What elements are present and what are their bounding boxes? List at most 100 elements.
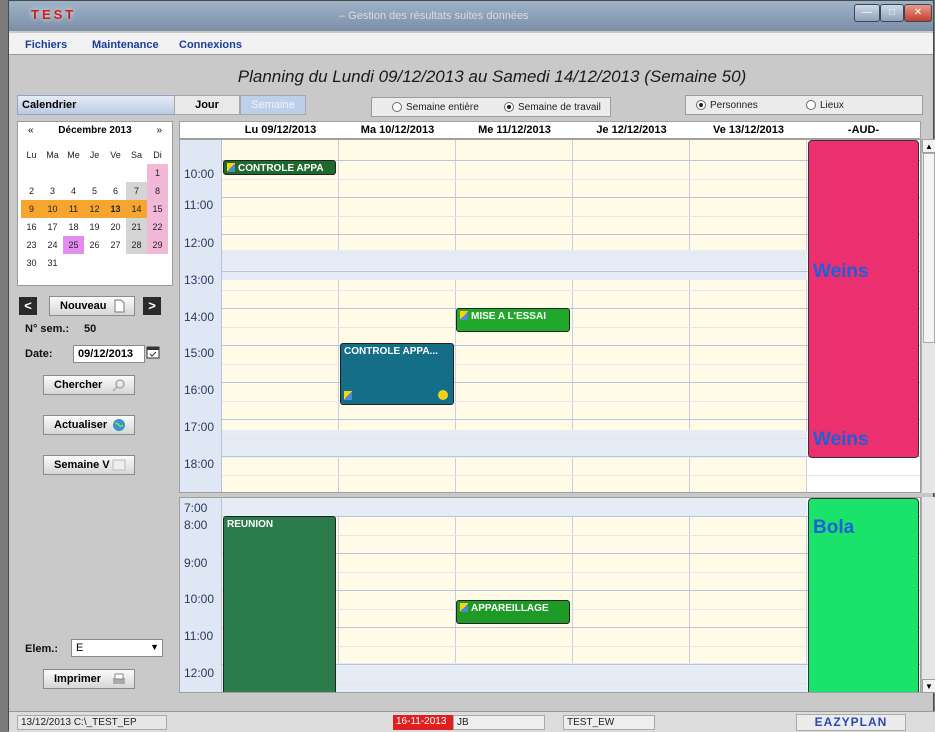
scrollbar-bottom[interactable]: ▼ — [921, 497, 935, 693]
calendar-day[interactable]: 19 — [84, 218, 105, 236]
calendar-day[interactable]: 23 — [21, 236, 42, 254]
calendar-week: 30 31 — [21, 254, 169, 272]
calendar-day — [63, 254, 84, 272]
appointment[interactable]: REUNION — [223, 516, 336, 692]
column-thursday[interactable]: Je 12/12/2013 — [573, 122, 690, 138]
time-label: 7:00 — [184, 501, 208, 515]
tab-semaine[interactable]: Semaine — [240, 95, 306, 115]
calendar-day[interactable]: 27 — [105, 236, 126, 254]
column-resource[interactable]: -AUD- — [807, 122, 920, 138]
calendar-day-holiday[interactable]: 25 — [63, 236, 84, 254]
resource-name: Bola — [813, 517, 855, 538]
calendar-day[interactable]: 7 — [126, 182, 147, 200]
appointment-icon — [227, 163, 235, 172]
print-button[interactable]: Imprimer — [43, 669, 135, 689]
title-bar[interactable]: TEST – Gestion des résultats suites donn… — [9, 1, 933, 31]
calendar-day[interactable]: 21 — [126, 218, 147, 236]
maximize-button[interactable]: □ — [880, 4, 904, 22]
calendar-day[interactable]: 20 — [105, 218, 126, 236]
column-tuesday[interactable]: Ma 10/12/2013 — [339, 122, 456, 138]
scroll-up-icon[interactable]: ▲ — [922, 139, 935, 153]
menu-maintenance[interactable]: Maintenance — [92, 39, 159, 51]
app-window: TEST – Gestion des résultats suites donn… — [8, 0, 935, 732]
calendar-day[interactable]: 30 — [21, 254, 42, 272]
time-label: 16:00 — [184, 383, 215, 397]
chevron-down-icon[interactable]: ▼ — [150, 642, 159, 652]
column-wednesday[interactable]: Me 11/12/2013 — [456, 122, 573, 138]
calendar-day[interactable]: 31 — [42, 254, 63, 272]
minimize-button[interactable]: — — [854, 4, 880, 22]
calendar-day[interactable]: 12 — [84, 200, 105, 218]
resource-name: Weins — [813, 429, 869, 450]
resource-block[interactable]: Bola — [808, 498, 919, 692]
column-monday[interactable]: Lu 09/12/2013 — [222, 122, 339, 138]
calendar-day[interactable]: 26 — [84, 236, 105, 254]
refresh-button[interactable]: Actualiser — [43, 415, 135, 435]
calendar-day[interactable]: 15 — [147, 200, 168, 218]
search-button[interactable]: Chercher — [43, 375, 135, 395]
planning-panel-bottom[interactable]: 7:00 8:00 9:00 10:00 11:00 12:00 REUNION… — [179, 497, 921, 693]
weekday: Je — [89, 150, 100, 160]
column-friday[interactable]: Ve 13/12/2013 — [690, 122, 807, 138]
menu-bar: Fichiers Maintenance Connexions — [9, 33, 933, 55]
calendar-day — [21, 164, 42, 182]
resource-block[interactable]: Weins Weins — [808, 140, 919, 458]
time-column: 10:00 11:00 12:00 13:00 14:00 15:00 16:0… — [180, 140, 222, 492]
radio-full-week[interactable] — [392, 102, 402, 112]
close-button[interactable]: ✕ — [904, 4, 932, 22]
calendar-day[interactable]: 11 — [63, 200, 84, 218]
prev-week-button[interactable]: < — [19, 297, 37, 315]
scroll-down-icon[interactable]: ▼ — [922, 679, 935, 693]
elem-select[interactable]: E ▼ — [71, 639, 163, 657]
menu-connexions[interactable]: Connexions — [179, 39, 242, 51]
scrollbar-top[interactable]: ▲ — [921, 139, 935, 493]
scroll-thumb[interactable] — [923, 153, 935, 343]
calendar-day[interactable]: 24 — [42, 236, 63, 254]
radio-lieux[interactable] — [806, 100, 816, 110]
radio-work-week[interactable] — [504, 102, 514, 112]
calendar-weekdays: Lu Ma Me Je Ve Sa Di — [21, 146, 169, 164]
calendar-day[interactable]: 17 — [42, 218, 63, 236]
radio-personnes[interactable] — [696, 100, 706, 110]
calendar-day[interactable]: 6 — [105, 182, 126, 200]
status-alert-date: 16-11-2013 — [393, 715, 453, 730]
refresh-button-label: Actualiser — [54, 419, 108, 431]
calendar-day[interactable]: 3 — [42, 182, 63, 200]
calendar-day[interactable]: 14 — [126, 200, 147, 218]
calendar-next-button[interactable]: » — [156, 125, 162, 136]
calendar-day[interactable]: 16 — [21, 218, 42, 236]
new-button[interactable]: Nouveau — [49, 296, 135, 316]
next-week-button[interactable]: > — [143, 297, 161, 315]
calendar-day[interactable]: 18 — [63, 218, 84, 236]
calendar-day[interactable]: 8 — [147, 182, 168, 200]
calendar-day[interactable]: 28 — [126, 236, 147, 254]
calendar-day[interactable]: 2 — [21, 182, 42, 200]
calendar-day[interactable]: 9 — [21, 200, 42, 218]
status-dot-icon — [438, 390, 448, 400]
appointment[interactable]: MISE A L'ESSAI — [456, 308, 570, 332]
calendar-day[interactable]: 5 — [84, 182, 105, 200]
calendar-day[interactable]: 10 — [42, 200, 63, 218]
calendar-day[interactable]: 29 — [147, 236, 168, 254]
week-v-button[interactable]: Semaine V — [43, 455, 135, 475]
week-number-label: N° sem.: — [25, 323, 70, 335]
appointment[interactable]: CONTROLE APPA — [223, 160, 336, 175]
appointment-icon — [344, 391, 352, 400]
tab-calendar[interactable]: Calendrier — [17, 95, 175, 115]
calendar-day-today[interactable]: 13 — [105, 200, 126, 218]
planning-panel-top[interactable]: 10:00 11:00 12:00 13:00 14:00 15:00 16:0… — [179, 139, 921, 493]
date-input[interactable]: 09/12/2013 — [73, 345, 145, 363]
calendar-day[interactable]: 4 — [63, 182, 84, 200]
calendar-day — [105, 164, 126, 182]
menu-fichiers[interactable]: Fichiers — [25, 39, 67, 51]
calendar-day[interactable]: 1 — [147, 164, 168, 182]
time-label: 17:00 — [184, 420, 215, 434]
calendar-picker-icon[interactable] — [146, 345, 160, 359]
time-label: 9:00 — [184, 556, 208, 570]
time-label: 12:00 — [184, 666, 215, 680]
tab-jour[interactable]: Jour — [174, 95, 240, 115]
calendar-day[interactable]: 22 — [147, 218, 168, 236]
appointment[interactable]: APPAREILLAGE — [456, 600, 570, 624]
calendar-month: Décembre 2013 — [58, 125, 132, 136]
appointment[interactable]: CONTROLE APPA... — [340, 343, 454, 405]
